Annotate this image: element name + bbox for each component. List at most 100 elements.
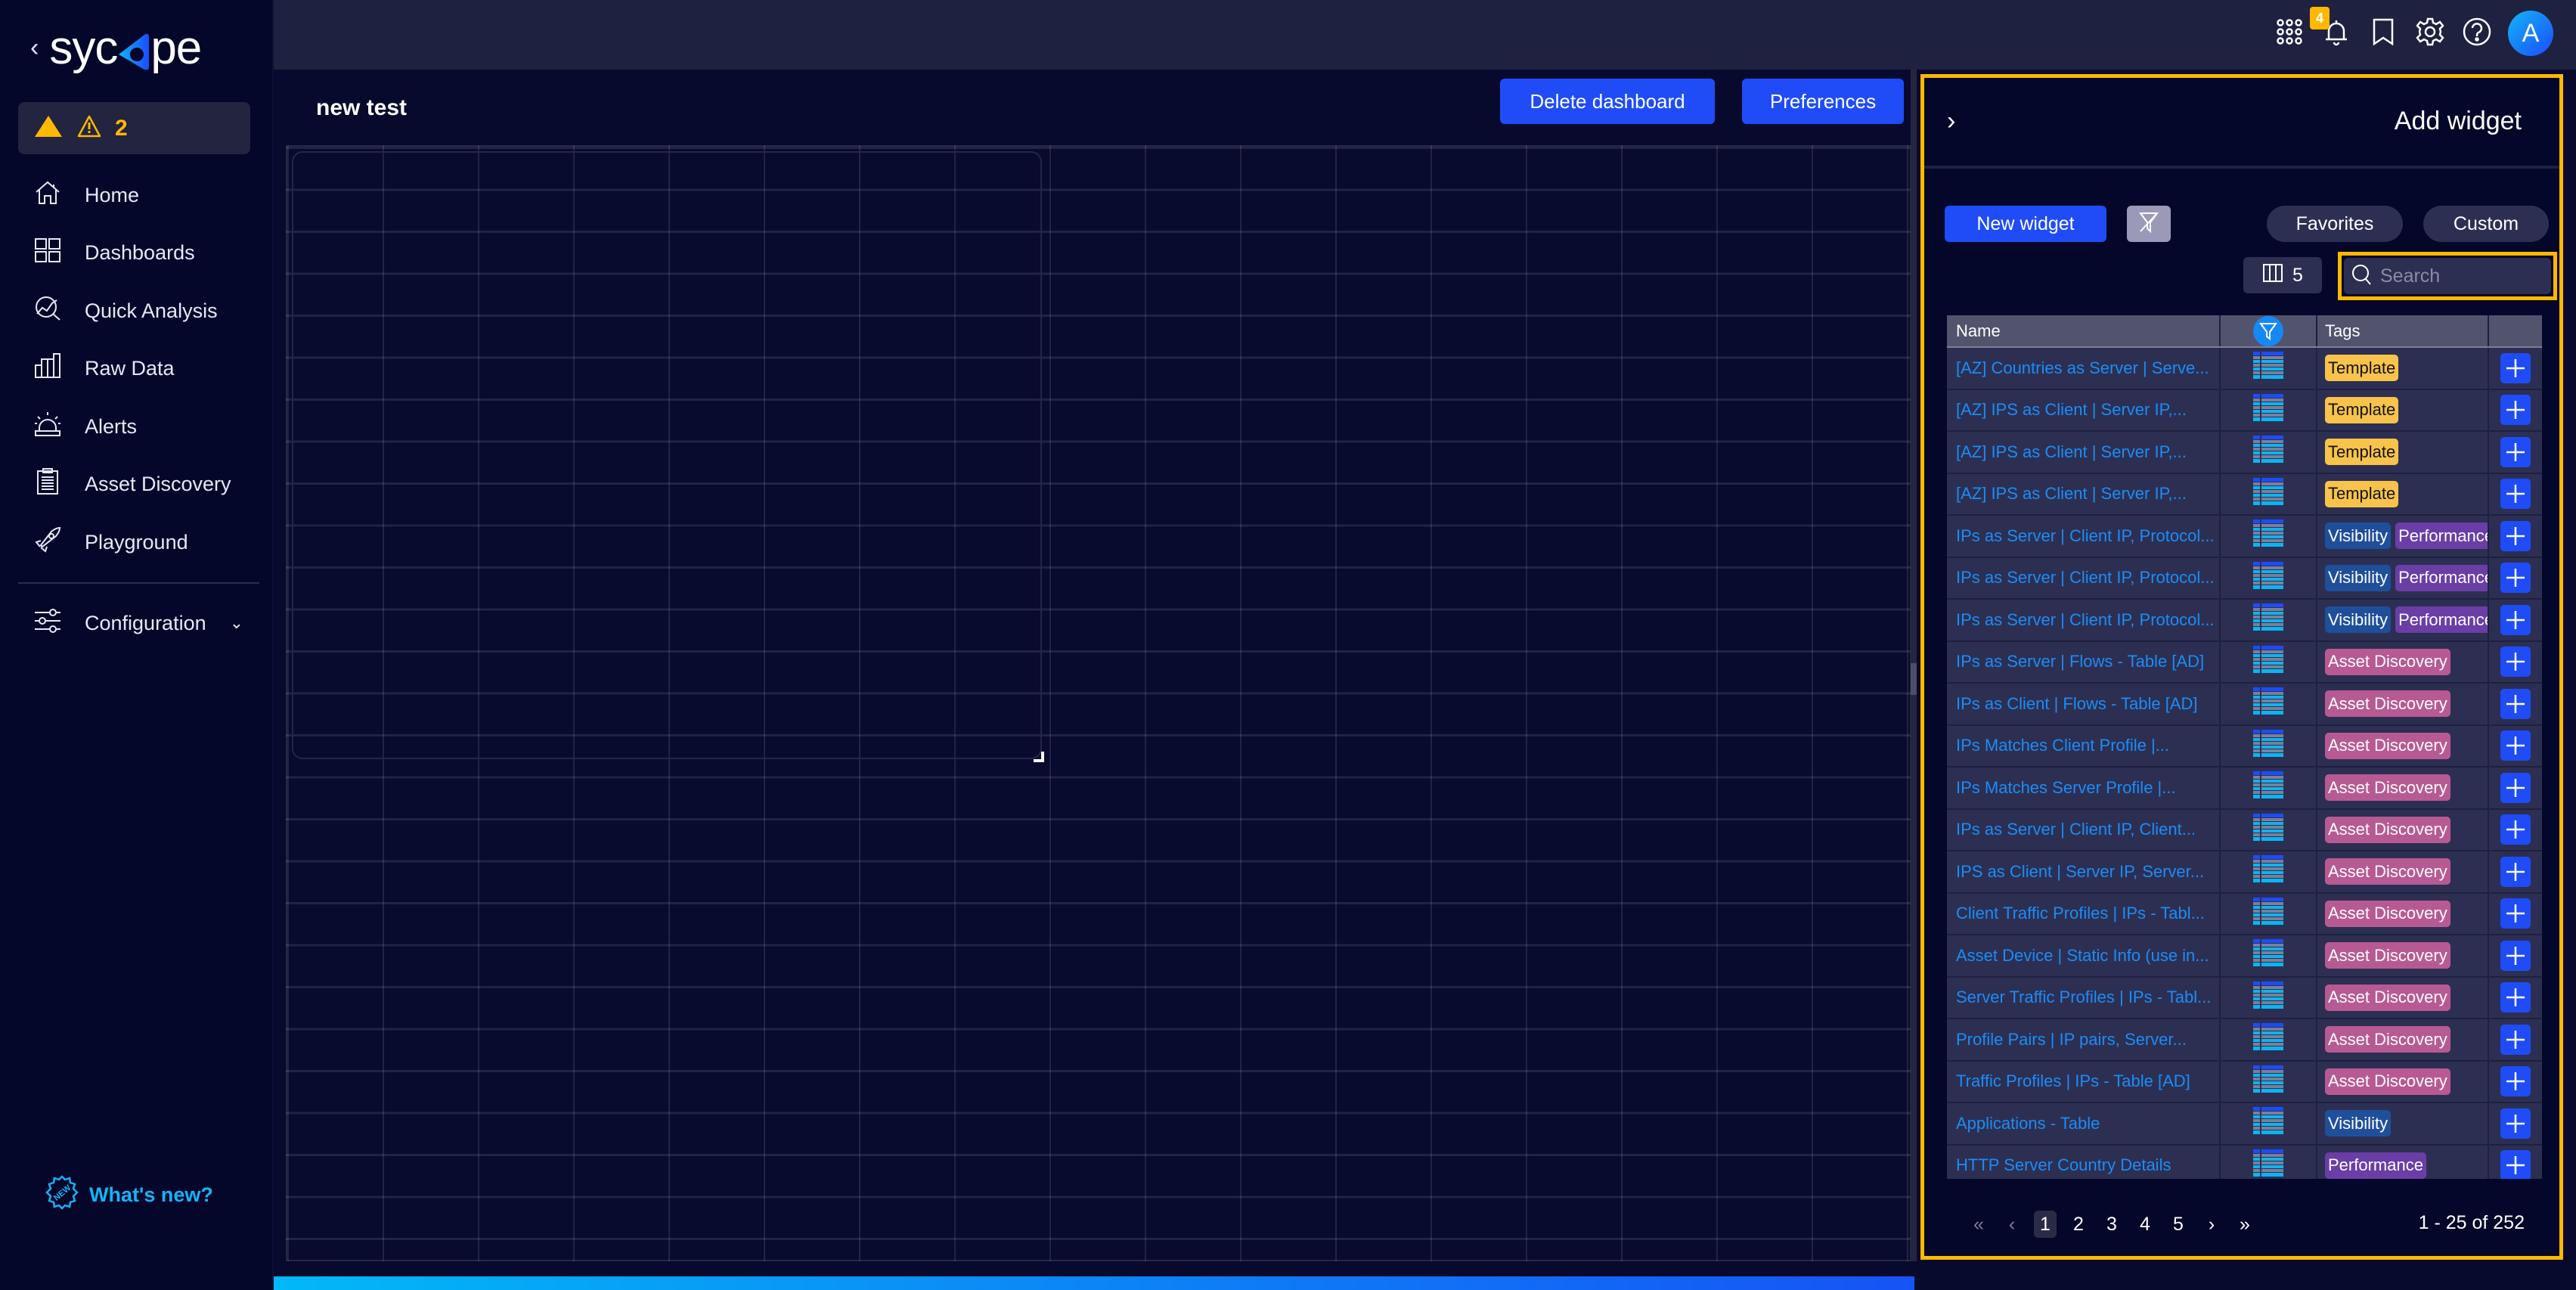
- resize-handle[interactable]: [1034, 752, 1044, 762]
- help-button[interactable]: [2461, 17, 2493, 49]
- prev-page-button[interactable]: ‹: [1995, 1211, 2029, 1238]
- add-widget-button[interactable]: [2500, 814, 2531, 845]
- sidebar-item-alerts[interactable]: Alerts: [0, 398, 274, 456]
- column-header-tags[interactable]: Tags: [2317, 315, 2489, 346]
- widget-name-link[interactable]: [AZ] IPS as Client | Server IP,...: [1956, 484, 2187, 504]
- widget-name-link[interactable]: IPs as Server | Client IP, Protocol...: [1956, 610, 2215, 630]
- favorites-filter[interactable]: Favorites: [2267, 206, 2403, 242]
- add-widget-button[interactable]: [2500, 1150, 2531, 1179]
- add-widget-button[interactable]: [2500, 1024, 2531, 1055]
- table-row[interactable]: IPs as Server | Client IP, Protocol... Vi…: [1947, 600, 2542, 642]
- table-row[interactable]: [AZ] Countries as Server | Serve... Templ…: [1947, 348, 2542, 390]
- column-header-name[interactable]: Name: [1947, 315, 2221, 346]
- page-button[interactable]: 3: [2095, 1211, 2128, 1238]
- add-widget-button[interactable]: [2500, 982, 2531, 1013]
- table-row[interactable]: IPS as Client | Server IP, Server... Asse…: [1947, 851, 2542, 894]
- chevron-right-icon[interactable]: ›: [1947, 107, 1955, 136]
- widget-name-link[interactable]: IPs as Server | Client IP, Protocol...: [1956, 568, 2215, 588]
- table-row[interactable]: [AZ] IPS as Client | Server IP,... Templa…: [1947, 473, 2542, 516]
- app-launcher-button[interactable]: [2274, 17, 2305, 49]
- table-row[interactable]: Client Traffic Profiles | IPs - Tabl... A…: [1947, 893, 2542, 935]
- main-scrollbar[interactable]: [1911, 70, 1917, 1261]
- first-page-button[interactable]: «: [1962, 1211, 1995, 1238]
- widget-name-link[interactable]: Traffic Profiles | IPs - Table [AD]: [1956, 1071, 2190, 1091]
- preferences-button[interactable]: Preferences: [1742, 79, 1904, 124]
- widget-name-link[interactable]: IPs Matches Server Profile |...: [1956, 778, 2176, 798]
- page-button[interactable]: 2: [2062, 1211, 2095, 1238]
- add-widget-button[interactable]: [2500, 520, 2531, 551]
- add-widget-button[interactable]: [2500, 436, 2531, 467]
- add-widget-button[interactable]: [2500, 563, 2531, 594]
- add-widget-button[interactable]: [2500, 856, 2531, 887]
- page-button[interactable]: 4: [2128, 1211, 2162, 1238]
- page-button[interactable]: 1: [2034, 1211, 2057, 1238]
- logo[interactable]: ‹ syc pe: [30, 21, 202, 75]
- widget-name-link[interactable]: Client Traffic Profiles | IPs - Tabl...: [1956, 904, 2205, 923]
- add-widget-button[interactable]: [2500, 730, 2531, 761]
- type-filter-button[interactable]: [2253, 315, 2283, 346]
- next-page-button[interactable]: ›: [2195, 1211, 2228, 1238]
- add-widget-button[interactable]: [2500, 479, 2531, 510]
- table-row[interactable]: Server Traffic Profiles | IPs - Tabl... A…: [1947, 977, 2542, 1019]
- widget-name-link[interactable]: [AZ] Countries as Server | Serve...: [1956, 358, 2209, 378]
- widget-name-link[interactable]: HTTP Server Country Details: [1956, 1155, 2171, 1175]
- sidebar-item-dashboards[interactable]: Dashboards: [0, 225, 274, 283]
- sidebar-item-quick-analysis[interactable]: Quick Analysis: [0, 282, 274, 340]
- delete-dashboard-button[interactable]: Delete dashboard: [1500, 79, 1715, 124]
- widget-placeholder[interactable]: [292, 151, 1042, 759]
- user-avatar[interactable]: A: [2508, 11, 2553, 56]
- table-row[interactable]: Applications - Table Visibility: [1947, 1103, 2542, 1146]
- widget-name-link[interactable]: Profile Pairs | IP pairs, Server...: [1956, 1030, 2187, 1050]
- table-row[interactable]: IPs Matches Client Profile |... Asset Dis…: [1947, 725, 2542, 767]
- configuration-toggle[interactable]: Configuration ⌄: [0, 594, 274, 653]
- table-row[interactable]: [AZ] IPS as Client | Server IP,... Templa…: [1947, 389, 2542, 432]
- sidebar-item-raw-data[interactable]: Raw Data: [0, 340, 274, 398]
- add-widget-button[interactable]: [2500, 604, 2531, 635]
- scrollbar-thumb[interactable]: [1911, 663, 1917, 695]
- add-widget-button[interactable]: [2500, 352, 2531, 383]
- sidebar-item-configuration[interactable]: Configuration ⌄: [0, 594, 274, 653]
- search-input[interactable]: [2380, 265, 2531, 287]
- widget-name-link[interactable]: IPS as Client | Server IP, Server...: [1956, 862, 2204, 882]
- table-row[interactable]: IPs as Server | Client IP, Protocol... Vi…: [1947, 557, 2542, 600]
- add-widget-button[interactable]: [2500, 395, 2531, 426]
- clear-filter-button[interactable]: [2127, 206, 2171, 242]
- add-widget-button[interactable]: [2500, 647, 2531, 678]
- bookmarks-button[interactable]: [2367, 17, 2399, 49]
- search-field[interactable]: [2344, 258, 2551, 294]
- last-page-button[interactable]: »: [2228, 1211, 2261, 1238]
- widget-name-link[interactable]: Applications - Table: [1956, 1114, 2100, 1133]
- notifications-button[interactable]: 4: [2310, 7, 2352, 49]
- new-widget-button[interactable]: New widget: [1945, 206, 2106, 242]
- table-row[interactable]: [AZ] IPS as Client | Server IP,... Templa…: [1947, 432, 2542, 474]
- add-widget-button[interactable]: [2500, 772, 2531, 803]
- table-row[interactable]: IPs as Server | Client IP, Client... Asse…: [1947, 809, 2542, 851]
- table-row[interactable]: Traffic Profiles | IPs - Table [AD] Asset…: [1947, 1061, 2542, 1103]
- collapse-sidebar-icon[interactable]: ‹: [30, 33, 39, 63]
- table-row[interactable]: Asset Device | Static Info (use in... Ass…: [1947, 935, 2542, 978]
- add-widget-button[interactable]: [2500, 1108, 2531, 1139]
- settings-button[interactable]: [2414, 17, 2446, 49]
- widget-name-link[interactable]: IPs as Client | Flows - Table [AD]: [1956, 694, 2198, 714]
- widget-name-link[interactable]: Asset Device | Static Info (use in...: [1956, 946, 2209, 966]
- widget-name-link[interactable]: [AZ] IPS as Client | Server IP,...: [1956, 400, 2187, 420]
- widget-name-link[interactable]: IPs as Server | Flows - Table [AD]: [1956, 652, 2204, 671]
- alerts-summary[interactable]: 2: [18, 102, 250, 154]
- add-widget-button[interactable]: [2500, 898, 2531, 929]
- table-row[interactable]: IPs as Server | Flows - Table [AD] Asset …: [1947, 641, 2542, 684]
- sidebar-item-home[interactable]: Home: [0, 166, 274, 225]
- sidebar-item-asset-discovery[interactable]: Asset Discovery: [0, 456, 274, 514]
- sidebar-item-playground[interactable]: Playground: [0, 513, 274, 572]
- whats-new-link[interactable]: NEW What's new?: [44, 1174, 213, 1216]
- custom-filter[interactable]: Custom: [2423, 206, 2549, 242]
- table-row[interactable]: HTTP Server Country Details Performance: [1947, 1145, 2542, 1179]
- widget-name-link[interactable]: IPs as Server | Client IP, Protocol...: [1956, 526, 2215, 546]
- table-row[interactable]: Profile Pairs | IP pairs, Server... Asset…: [1947, 1019, 2542, 1062]
- columns-toggle[interactable]: 5: [2243, 257, 2322, 293]
- add-widget-button[interactable]: [2500, 688, 2531, 719]
- add-widget-button[interactable]: [2500, 1066, 2531, 1097]
- widget-name-link[interactable]: Server Traffic Profiles | IPs - Tabl...: [1956, 988, 2211, 1007]
- table-row[interactable]: IPs as Server | Client IP, Protocol... Vi…: [1947, 516, 2542, 558]
- widget-name-link[interactable]: IPs as Server | Client IP, Client...: [1956, 820, 2196, 839]
- table-row[interactable]: IPs as Client | Flows - Table [AD] Asset …: [1947, 684, 2542, 726]
